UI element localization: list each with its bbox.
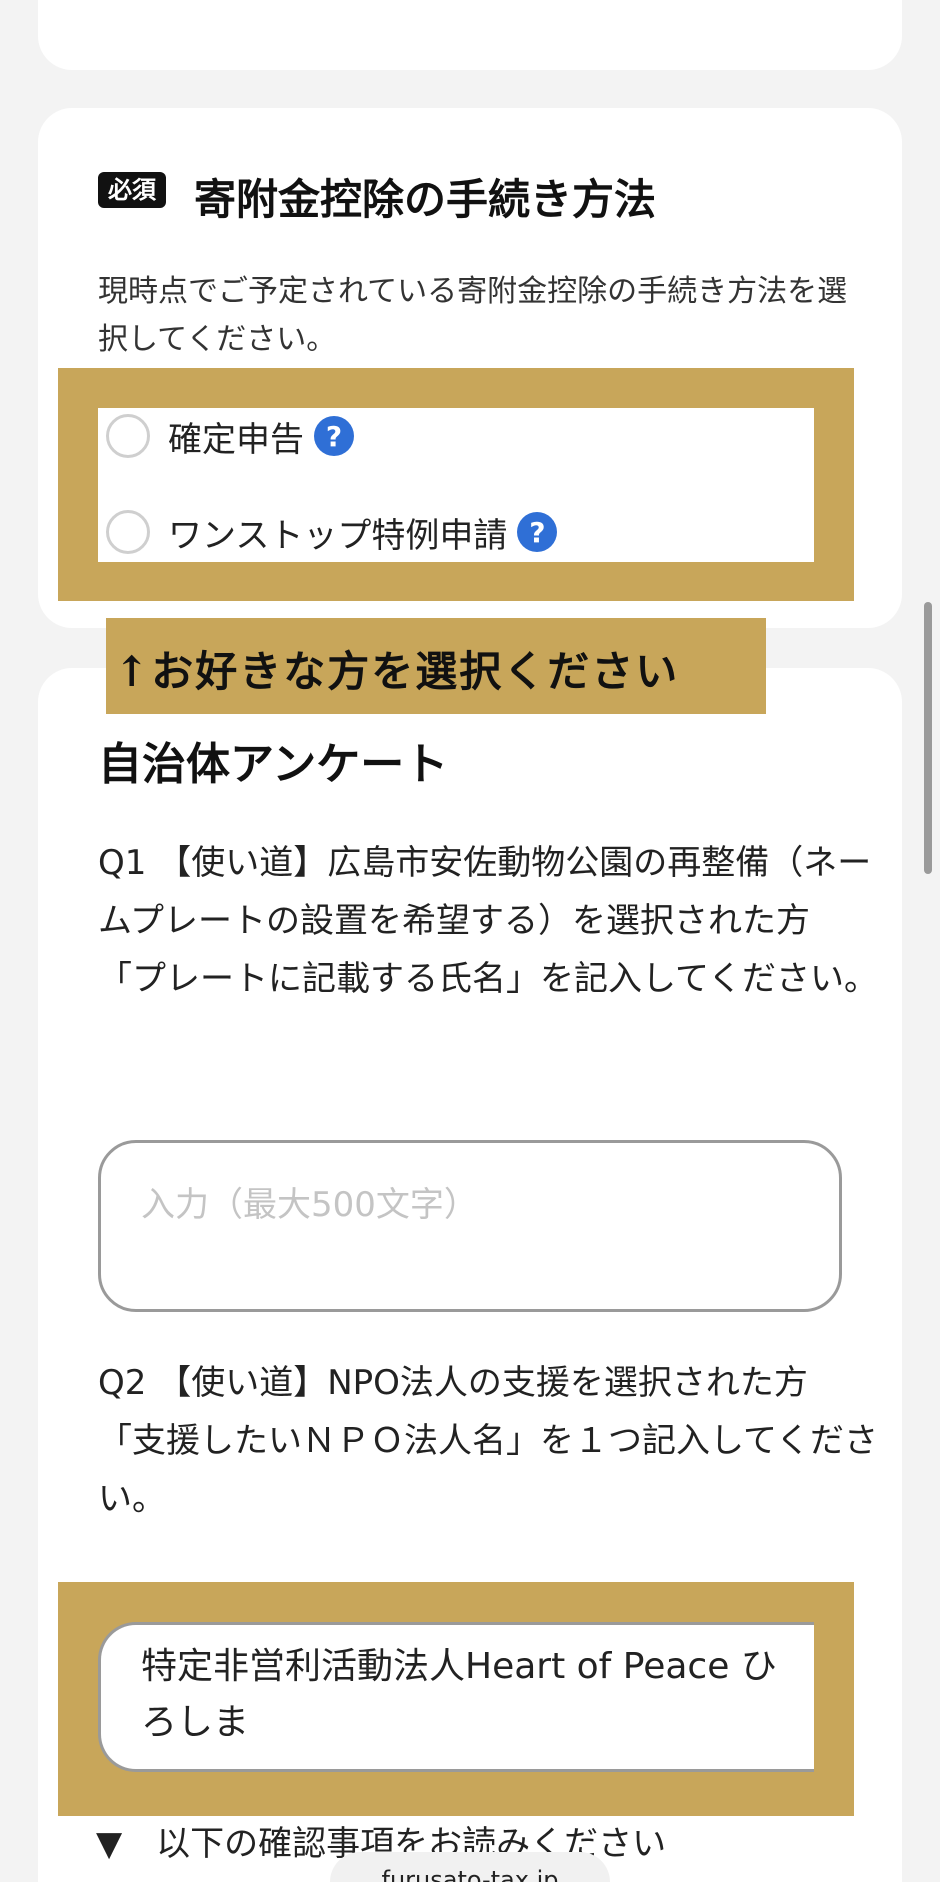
question-1: Q1 【使い道】広島市安佐動物公園の再整備（ネームプレートの設置を希望する）を選… bbox=[98, 843, 878, 999]
radio-button[interactable] bbox=[106, 414, 150, 458]
radio-option-onestop[interactable]: ワンストップ特例申請 ? bbox=[106, 504, 558, 560]
overlay-caption-banner: ↑お好きな方を選択ください bbox=[106, 618, 766, 714]
input-placeholder: 入力（最大500文字） bbox=[141, 1185, 478, 1225]
help-icon[interactable]: ? bbox=[314, 416, 354, 456]
q1-text-input[interactable]: 入力（最大500文字） bbox=[98, 1140, 842, 1312]
radio-button[interactable] bbox=[106, 510, 150, 554]
question-2: Q2 【使い道】NPO法人の支援を選択された方 「支援したいＮＰＯ法人名」を１つ… bbox=[98, 1363, 878, 1519]
required-badge: 必須 bbox=[98, 172, 166, 208]
radio-label: ワンストップ特例申請 bbox=[168, 515, 508, 556]
section-description: 現時点でご予定されている寄附金控除の手続き方法を選択してください。 bbox=[98, 274, 848, 357]
previous-section-card bbox=[38, 0, 902, 70]
radio-label: 確定申告 bbox=[168, 419, 304, 460]
highlight-radio-group: 確定申告 ? ワンストップ特例申請 ? bbox=[58, 368, 854, 601]
overlay-caption-text: ↑お好きな方を選択ください bbox=[114, 647, 680, 696]
highlight-q2-answer: 特定非営利活動法人Heart of Peace ひろしま bbox=[58, 1582, 854, 1816]
help-icon[interactable]: ? bbox=[517, 512, 558, 552]
q2-text-input[interactable]: 特定非営利活動法人Heart of Peace ひろしま bbox=[98, 1622, 814, 1772]
q2-answer-value: 特定非営利活動法人Heart of Peace ひろしま bbox=[141, 1646, 777, 1743]
section-title: 寄附金控除の手続き方法 bbox=[194, 175, 657, 224]
radio-option-kakutei[interactable]: 確定申告 ? bbox=[106, 408, 354, 464]
scrollbar[interactable] bbox=[924, 602, 932, 874]
radio-group: 確定申告 ? ワンストップ特例申請 ? bbox=[98, 408, 814, 562]
url-bar[interactable]: furusato-tax.jp bbox=[330, 1852, 610, 1882]
survey-title: 自治体アンケート bbox=[98, 739, 449, 790]
